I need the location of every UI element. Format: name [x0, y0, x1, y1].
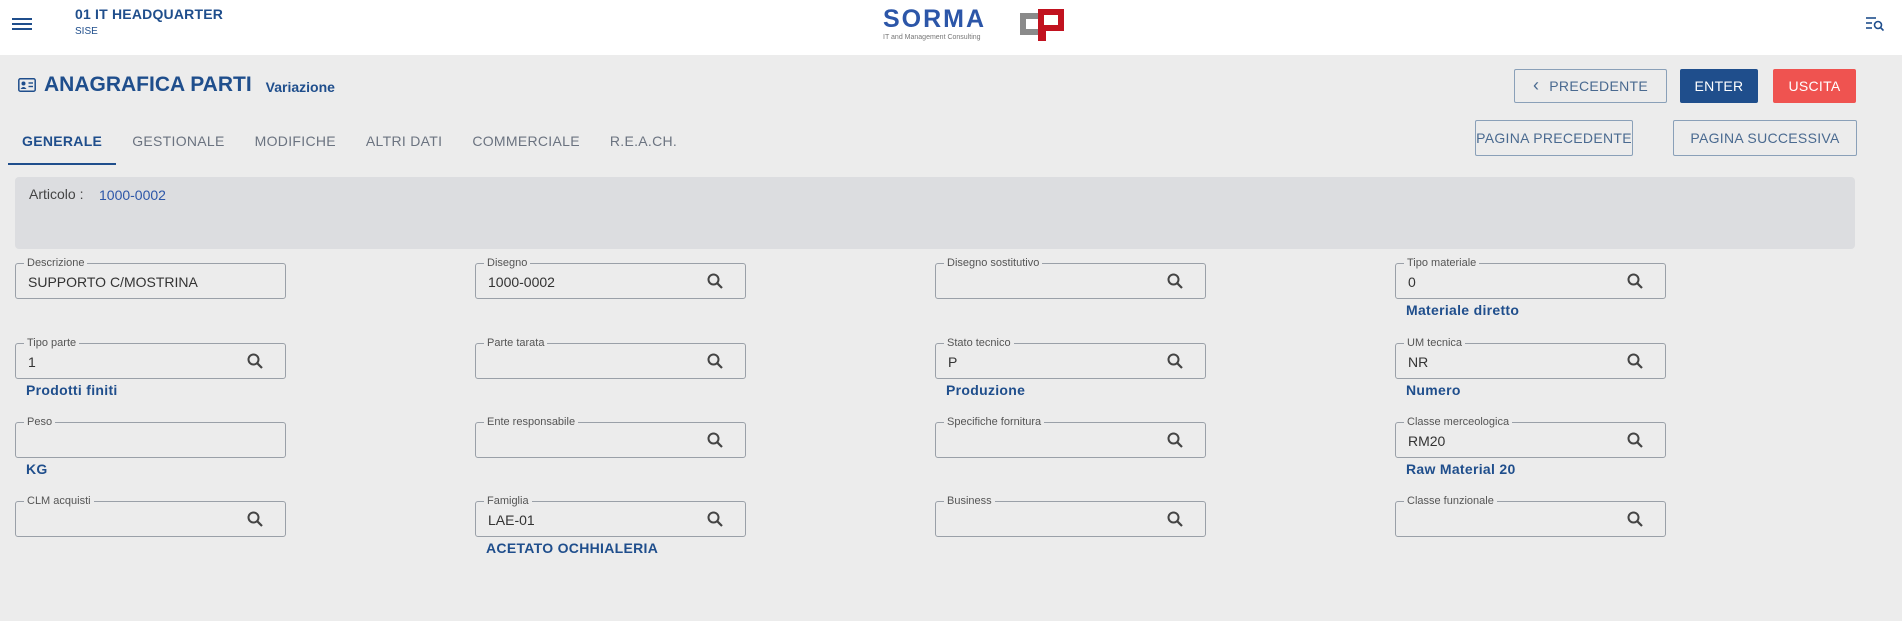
search-icon[interactable]: [1627, 273, 1643, 289]
top-bar: 01 IT HEADQUARTER SISE SORMA IT and Mana…: [0, 0, 1902, 55]
disegno-sostitutivo-field[interactable]: Disegno sostitutivo: [935, 256, 1206, 299]
next-page-button[interactable]: PAGINA SUCCESSIVA: [1673, 120, 1857, 156]
article-panel: Articolo : 1000-0002: [15, 177, 1855, 249]
field-label: Ente responsabile: [484, 415, 579, 429]
field-value: LAE-01: [488, 512, 535, 528]
classe-funzionale-field[interactable]: Classe funzionale: [1395, 494, 1666, 537]
prev-page-label: PAGINA PRECEDENTE: [1476, 130, 1632, 146]
search-icon[interactable]: [1627, 511, 1643, 527]
page-header: ANAGRAFICA PARTI Variazione: [18, 73, 335, 97]
field-value: P: [948, 354, 958, 370]
search-icon[interactable]: [707, 273, 723, 289]
exit-button[interactable]: USCITA: [1773, 69, 1856, 103]
field-value: 1000-0002: [488, 274, 555, 290]
tipo-parte-desc: Prodotti finiti: [26, 382, 118, 398]
company-name: 01 IT HEADQUARTER: [75, 6, 224, 22]
tab-modifiche[interactable]: MODIFICHE: [241, 127, 350, 165]
logo-text: SORMA: [883, 5, 987, 33]
field-value: NR: [1408, 354, 1429, 370]
stato-tecnico-desc: Produzione: [946, 382, 1026, 398]
classe-merceologica-field[interactable]: Classe merceologica RM20: [1395, 415, 1666, 458]
search-icon[interactable]: [1167, 273, 1183, 289]
enter-button-label: ENTER: [1694, 78, 1744, 94]
um-tecnica-desc: Numero: [1406, 382, 1461, 398]
field-label: UM tecnica: [1404, 336, 1466, 350]
tipo-parte-field[interactable]: Tipo parte 1: [15, 336, 286, 379]
field-label: Parte tarata: [484, 336, 548, 350]
search-icon[interactable]: [707, 353, 723, 369]
field-value: RM20: [1408, 433, 1446, 449]
peso-desc: KG: [26, 461, 48, 477]
previous-button-label: PRECEDENTE: [1549, 78, 1648, 94]
field-label: CLM acquisti: [24, 494, 94, 508]
company-sub: SISE: [75, 26, 98, 37]
sorma-logo: SORMA IT and Management Consulting: [883, 5, 987, 42]
tab-commerciale[interactable]: COMMERCIALE: [458, 127, 594, 165]
tab-bar: GENERALE GESTIONALE MODIFICHE ALTRI DATI…: [8, 127, 693, 165]
article-label: Articolo :: [29, 186, 84, 202]
search-icon[interactable]: [247, 353, 263, 369]
page-mode: Variazione: [265, 78, 335, 95]
field-value: 1: [28, 354, 36, 370]
tab-altri-dati[interactable]: ALTRI DATI: [352, 127, 456, 165]
business-field[interactable]: Business: [935, 494, 1206, 537]
specifiche-fornitura-field[interactable]: Specifiche fornitura: [935, 415, 1206, 458]
peso-field[interactable]: Peso: [15, 415, 286, 458]
field-label: Peso: [24, 415, 56, 429]
tab-generale[interactable]: GENERALE: [8, 127, 117, 165]
search-icon[interactable]: [1627, 432, 1643, 448]
field-label: Specifiche fornitura: [944, 415, 1045, 429]
chevron-left-icon: ‹: [1533, 74, 1540, 95]
enter-button[interactable]: ENTER: [1680, 69, 1758, 103]
field-label: Stato tecnico: [944, 336, 1014, 350]
page-title: ANAGRAFICA PARTI: [44, 73, 252, 96]
ente-responsabile-field[interactable]: Ente responsabile: [475, 415, 746, 458]
field-value: SUPPORTO C/MOSTRINA: [28, 274, 198, 290]
next-page-label: PAGINA SUCCESSIVA: [1690, 130, 1840, 146]
logo-tagline: IT and Management Consulting: [883, 34, 981, 41]
parte-tarata-field[interactable]: Parte tarata: [475, 336, 746, 379]
filter-search-icon[interactable]: [1866, 16, 1884, 32]
famiglia-field[interactable]: Famiglia LAE-01: [475, 494, 746, 537]
clm-acquisti-field[interactable]: CLM acquisti: [15, 494, 286, 537]
um-tecnica-field[interactable]: UM tecnica NR: [1395, 336, 1666, 379]
search-icon[interactable]: [1167, 511, 1183, 527]
field-label: Classe merceologica: [1404, 415, 1513, 429]
tab-reach[interactable]: R.E.A.CH.: [596, 127, 691, 165]
stato-tecnico-field[interactable]: Stato tecnico P: [935, 336, 1206, 379]
classe-merceologica-desc: Raw Material 20: [1406, 461, 1516, 477]
article-value: 1000-0002: [99, 187, 166, 203]
field-value: 0: [1408, 274, 1416, 290]
exit-button-label: USCITA: [1788, 78, 1841, 94]
tipo-materiale-field[interactable]: Tipo materiale 0: [1395, 256, 1666, 299]
disegno-field[interactable]: Disegno 1000-0002: [475, 256, 746, 299]
descrizione-field[interactable]: Descrizione SUPPORTO C/MOSTRINA: [15, 256, 286, 299]
company-info: 01 IT HEADQUARTER SISE: [75, 6, 223, 37]
field-label: Business: [944, 494, 995, 508]
search-icon[interactable]: [707, 432, 723, 448]
famiglia-desc: ACETATO OCHHIALERIA: [486, 540, 659, 556]
search-icon[interactable]: [1167, 353, 1183, 369]
field-label: Descrizione: [24, 256, 88, 270]
search-icon[interactable]: [247, 511, 263, 527]
field-label: Disegno sostitutivo: [944, 256, 1043, 270]
search-icon[interactable]: [1627, 353, 1643, 369]
field-label: Tipo parte: [24, 336, 80, 350]
field-label: Classe funzionale: [1404, 494, 1497, 508]
previous-button[interactable]: ‹ PRECEDENTE: [1514, 69, 1667, 103]
field-label: Tipo materiale: [1404, 256, 1480, 270]
search-icon[interactable]: [707, 511, 723, 527]
tab-gestionale[interactable]: GESTIONALE: [118, 127, 238, 165]
search-icon[interactable]: [1167, 432, 1183, 448]
field-label: Famiglia: [484, 494, 532, 508]
prev-page-button[interactable]: PAGINA PRECEDENTE: [1475, 120, 1633, 156]
hamburger-menu-icon[interactable]: [12, 15, 32, 35]
id-card-icon: [18, 78, 36, 92]
field-label: Disegno: [484, 256, 531, 270]
partner-logo-icon: [1020, 9, 1064, 41]
tipo-materiale-desc: Materiale diretto: [1406, 302, 1520, 318]
